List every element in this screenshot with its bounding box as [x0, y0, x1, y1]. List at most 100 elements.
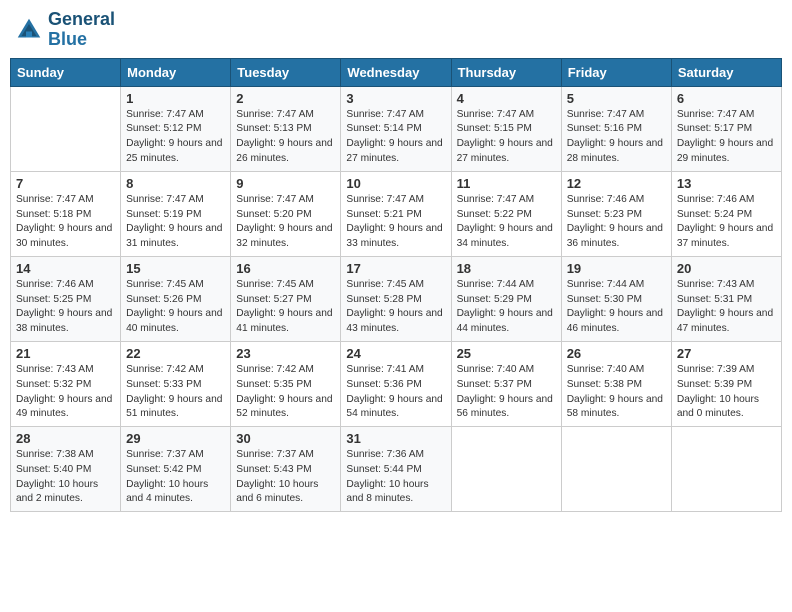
calendar-cell: 27 Sunrise: 7:39 AMSunset: 5:39 PMDayligh… [671, 341, 781, 426]
cell-details: Sunrise: 7:38 AMSunset: 5:40 PMDaylight:… [16, 448, 115, 507]
calendar-cell: 16Sunrise: 7:45 AMSunset: 5:27 PMDayligh… [231, 256, 341, 341]
day-header-tuesday: Tuesday [231, 58, 341, 86]
calendar-cell [561, 427, 671, 512]
cell-details: Sunrise: 7:40 AMSunset: 5:37 PMDaylight:… [457, 363, 556, 422]
week-row-2: 7 Sunrise: 7:47 AMSunset: 5:18 PMDaylight… [11, 171, 782, 256]
day-number: 20 [677, 261, 776, 276]
day-number: 9 [236, 176, 335, 191]
cell-details: Sunrise: 7:46 AMSunset: 5:25 PMDaylight:… [16, 278, 115, 337]
cell-details: Sunrise: 7:47 AMSunset: 5:20 PMDaylight:… [236, 193, 335, 252]
day-number: 14 [16, 261, 115, 276]
day-number: 25 [457, 346, 556, 361]
day-number: 15 [126, 261, 225, 276]
day-number: 19 [567, 261, 666, 276]
day-number: 30 [236, 431, 335, 446]
calendar-cell: 31 Sunrise: 7:36 AMSunset: 5:44 PMDayligh… [341, 427, 451, 512]
calendar-cell: 18 Sunrise: 7:44 AMSunset: 5:29 PMDayligh… [451, 256, 561, 341]
day-number: 3 [346, 91, 445, 106]
logo-icon [14, 15, 44, 45]
cell-details: Sunrise: 7:44 AMSunset: 5:29 PMDaylight:… [457, 278, 556, 337]
day-number: 26 [567, 346, 666, 361]
calendar-cell: 5Sunrise: 7:47 AMSunset: 5:16 PMDaylight… [561, 86, 671, 171]
week-row-5: 28 Sunrise: 7:38 AMSunset: 5:40 PMDayligh… [11, 427, 782, 512]
day-number: 4 [457, 91, 556, 106]
day-number: 1 [126, 91, 225, 106]
page-header: General Blue [10, 10, 782, 50]
calendar-cell: 24 Sunrise: 7:41 AMSunset: 5:36 PMDayligh… [341, 341, 451, 426]
cell-details: Sunrise: 7:43 AMSunset: 5:32 PMDaylight:… [16, 363, 115, 422]
calendar-cell: 29 Sunrise: 7:37 AMSunset: 5:42 PMDayligh… [121, 427, 231, 512]
day-header-thursday: Thursday [451, 58, 561, 86]
calendar-cell: 20 Sunrise: 7:43 AMSunset: 5:31 PMDayligh… [671, 256, 781, 341]
calendar-cell: 9 Sunrise: 7:47 AMSunset: 5:20 PMDaylight… [231, 171, 341, 256]
cell-details: Sunrise: 7:46 AMSunset: 5:23 PMDaylight:… [567, 193, 666, 252]
day-number: 7 [16, 176, 115, 191]
day-number: 29 [126, 431, 225, 446]
calendar-cell: 3 Sunrise: 7:47 AMSunset: 5:14 PMDaylight… [341, 86, 451, 171]
day-number: 12 [567, 176, 666, 191]
day-header-friday: Friday [561, 58, 671, 86]
day-number: 13 [677, 176, 776, 191]
calendar-cell: 19 Sunrise: 7:44 AMSunset: 5:30 PMDayligh… [561, 256, 671, 341]
calendar-cell: 1 Sunrise: 7:47 AMSunset: 5:12 PMDaylight… [121, 86, 231, 171]
calendar-cell: 13 Sunrise: 7:46 AMSunset: 5:24 PMDayligh… [671, 171, 781, 256]
day-number: 28 [16, 431, 115, 446]
calendar-cell: 23 Sunrise: 7:42 AMSunset: 5:35 PMDayligh… [231, 341, 341, 426]
day-number: 18 [457, 261, 556, 276]
calendar-cell: 28 Sunrise: 7:38 AMSunset: 5:40 PMDayligh… [11, 427, 121, 512]
logo-line1: General [48, 10, 115, 30]
cell-details: Sunrise: 7:47 AMSunset: 5:15 PMDaylight:… [457, 108, 556, 167]
calendar-cell: 14 Sunrise: 7:46 AMSunset: 5:25 PMDayligh… [11, 256, 121, 341]
calendar-cell: 26 Sunrise: 7:40 AMSunset: 5:38 PMDayligh… [561, 341, 671, 426]
week-row-3: 14 Sunrise: 7:46 AMSunset: 5:25 PMDayligh… [11, 256, 782, 341]
day-number: 10 [346, 176, 445, 191]
cell-details: Sunrise: 7:42 AMSunset: 5:35 PMDaylight:… [236, 363, 335, 422]
day-number: 27 [677, 346, 776, 361]
day-number: 24 [346, 346, 445, 361]
calendar-cell: 10 Sunrise: 7:47 AMSunset: 5:21 PMDayligh… [341, 171, 451, 256]
calendar-cell: 8 Sunrise: 7:47 AMSunset: 5:19 PMDaylight… [121, 171, 231, 256]
cell-details: Sunrise: 7:44 AMSunset: 5:30 PMDaylight:… [567, 278, 666, 337]
cell-details: Sunrise: 7:45 AMSunset: 5:28 PMDaylight:… [346, 278, 445, 337]
day-number: 17 [346, 261, 445, 276]
cell-details: Sunrise: 7:47 AMSunset: 5:21 PMDaylight:… [346, 193, 445, 252]
day-header-sunday: Sunday [11, 58, 121, 86]
cell-details: Sunrise: 7:37 AMSunset: 5:43 PMDaylight:… [236, 448, 335, 507]
calendar-cell: 17 Sunrise: 7:45 AMSunset: 5:28 PMDayligh… [341, 256, 451, 341]
cell-details: Sunrise: 7:47 AMSunset: 5:19 PMDaylight:… [126, 193, 225, 252]
cell-details: Sunrise: 7:40 AMSunset: 5:38 PMDaylight:… [567, 363, 666, 422]
cell-details: Sunrise: 7:47 AMSunset: 5:14 PMDaylight:… [346, 108, 445, 167]
day-number: 31 [346, 431, 445, 446]
day-number: 6 [677, 91, 776, 106]
day-number: 23 [236, 346, 335, 361]
calendar-cell: 21Sunrise: 7:43 AMSunset: 5:32 PMDayligh… [11, 341, 121, 426]
logo-line2: Blue [48, 30, 115, 50]
day-number: 11 [457, 176, 556, 191]
calendar-cell: 11Sunrise: 7:47 AMSunset: 5:22 PMDayligh… [451, 171, 561, 256]
logo: General Blue [14, 10, 115, 50]
day-number: 8 [126, 176, 225, 191]
calendar-cell: 22Sunrise: 7:42 AMSunset: 5:33 PMDayligh… [121, 341, 231, 426]
cell-details: Sunrise: 7:39 AMSunset: 5:39 PMDaylight:… [677, 363, 776, 422]
cell-details: Sunrise: 7:36 AMSunset: 5:44 PMDaylight:… [346, 448, 445, 507]
cell-details: Sunrise: 7:37 AMSunset: 5:42 PMDaylight:… [126, 448, 225, 507]
day-number: 5 [567, 91, 666, 106]
day-header-monday: Monday [121, 58, 231, 86]
calendar-cell: 30 Sunrise: 7:37 AMSunset: 5:43 PMDayligh… [231, 427, 341, 512]
cell-details: Sunrise: 7:43 AMSunset: 5:31 PMDaylight:… [677, 278, 776, 337]
calendar-body: 1 Sunrise: 7:47 AMSunset: 5:12 PMDaylight… [11, 86, 782, 512]
calendar-cell: 6Sunrise: 7:47 AMSunset: 5:17 PMDaylight… [671, 86, 781, 171]
calendar-cell [11, 86, 121, 171]
day-number: 2 [236, 91, 335, 106]
cell-details: Sunrise: 7:42 AMSunset: 5:33 PMDaylight:… [126, 363, 225, 422]
calendar-cell: 4 Sunrise: 7:47 AMSunset: 5:15 PMDaylight… [451, 86, 561, 171]
day-header-wednesday: Wednesday [341, 58, 451, 86]
cell-details: Sunrise: 7:47 AMSunset: 5:12 PMDaylight:… [126, 108, 225, 167]
calendar-cell: 15Sunrise: 7:45 AMSunset: 5:26 PMDayligh… [121, 256, 231, 341]
cell-details: Sunrise: 7:47 AMSunset: 5:18 PMDaylight:… [16, 193, 115, 252]
week-row-4: 21Sunrise: 7:43 AMSunset: 5:32 PMDayligh… [11, 341, 782, 426]
cell-details: Sunrise: 7:41 AMSunset: 5:36 PMDaylight:… [346, 363, 445, 422]
calendar-cell: 25 Sunrise: 7:40 AMSunset: 5:37 PMDayligh… [451, 341, 561, 426]
cell-details: Sunrise: 7:46 AMSunset: 5:24 PMDaylight:… [677, 193, 776, 252]
cell-details: Sunrise: 7:47 AMSunset: 5:13 PMDaylight:… [236, 108, 335, 167]
